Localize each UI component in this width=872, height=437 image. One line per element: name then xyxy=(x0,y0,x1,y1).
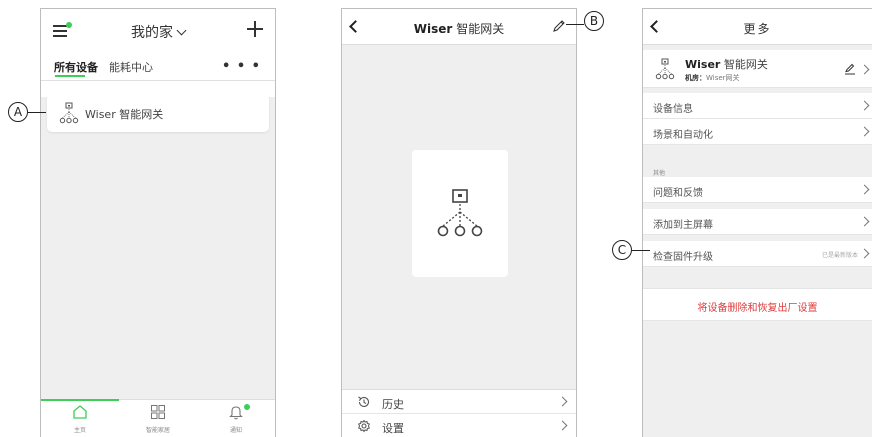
nav-notifications[interactable]: 通知 xyxy=(197,404,275,434)
more-header: 更多 xyxy=(643,9,872,45)
chevron-right-icon xyxy=(557,420,568,431)
title-name: 智能网关 xyxy=(456,22,505,36)
device-room: 机房：Wiser网关 xyxy=(685,73,740,83)
chevron-right-icon xyxy=(859,126,870,137)
device-info-row[interactable]: 设备信息 xyxy=(643,93,872,119)
title-brand: Wiser xyxy=(413,22,453,36)
gateway-icon xyxy=(437,189,483,237)
gateway-icon xyxy=(59,102,79,124)
nav-home-label: 主页 xyxy=(73,427,86,434)
edit-pencil-icon[interactable] xyxy=(844,63,856,75)
device-summary-card[interactable]: Wiser 智能网关 机房：Wiser网关 xyxy=(643,50,872,88)
home-screen: 我的家 所有设备 能耗中心 • • • Wiser 智能网关 主页 智能家居 通… xyxy=(40,8,276,437)
chevron-right-icon xyxy=(859,100,870,111)
feedback-row[interactable]: 问题和反馈 xyxy=(643,177,872,203)
home-name: 我的家 xyxy=(131,25,173,41)
tab-all-devices[interactable]: 所有设备 xyxy=(54,59,98,75)
firmware-upgrade-row[interactable]: 检查固件升级 已是最新版本 xyxy=(643,241,872,267)
firmware-status: 已是最新版本 xyxy=(821,252,858,259)
device-card-gateway[interactable]: Wiser 智能网关 xyxy=(47,94,269,132)
chevron-right-icon xyxy=(557,396,568,407)
device-detail-header: Wiser 智能网关 xyxy=(342,9,576,45)
chevron-right-icon xyxy=(859,64,870,75)
chevron-down-icon xyxy=(176,25,187,36)
nav-smart-home[interactable]: 智能家居 xyxy=(119,404,197,434)
chevron-right-icon xyxy=(859,184,870,195)
firmware-upgrade-label: 检查固件升级 xyxy=(653,252,713,263)
edit-pencil-icon[interactable] xyxy=(552,19,566,33)
room-value: Wiser网关 xyxy=(706,74,740,82)
room-label: 机房： xyxy=(685,74,706,82)
home-selector[interactable]: 我的家 xyxy=(41,22,275,42)
callout-a-line xyxy=(28,112,46,113)
add-to-home-screen-row[interactable]: 添加到主屏幕 xyxy=(643,209,872,235)
chevron-right-icon xyxy=(859,216,870,227)
device-name: 智能网关 xyxy=(723,58,768,71)
more-options-icon[interactable]: • • • xyxy=(222,59,261,74)
callout-c: C xyxy=(612,240,632,260)
nav-active-indicator xyxy=(41,399,119,401)
home-icon xyxy=(73,405,87,419)
feedback-label: 问题和反馈 xyxy=(653,188,703,199)
add-to-home-screen-label: 添加到主屏幕 xyxy=(653,220,713,231)
callout-b-line xyxy=(566,24,584,25)
bottom-nav: 主页 智能家居 通知 xyxy=(41,399,275,437)
gateway-icon xyxy=(655,58,675,80)
bell-icon xyxy=(229,406,243,420)
add-icon[interactable] xyxy=(247,21,263,37)
device-brand: Wiser xyxy=(685,58,721,71)
device-actions-list: 历史 设置 xyxy=(342,389,576,437)
more-screen: 更多 Wiser 智能网关 机房：Wiser网关 设备信息 场景和自动化 其他 xyxy=(642,8,872,437)
device-image xyxy=(412,150,508,277)
callout-c-line xyxy=(632,250,650,251)
home-header: 我的家 所有设备 能耗中心 • • • xyxy=(41,9,275,97)
active-tab-indicator xyxy=(55,75,85,77)
history-row[interactable]: 历史 xyxy=(342,390,576,414)
history-label: 历史 xyxy=(382,398,404,411)
grid-icon xyxy=(151,405,165,419)
notification-dot xyxy=(244,404,250,410)
nav-notifications-label: 通知 xyxy=(229,427,242,434)
gear-icon xyxy=(358,419,370,433)
nav-smart-home-label: 智能家居 xyxy=(145,427,170,434)
delete-reset-button[interactable]: 将设备删除和恢复出厂设置 xyxy=(643,288,872,321)
history-icon xyxy=(358,396,370,407)
settings-row[interactable]: 设置 xyxy=(342,414,576,437)
settings-label: 设置 xyxy=(382,422,404,435)
delete-reset-label: 将设备删除和恢复出厂设置 xyxy=(697,303,818,314)
scenes-automation-row[interactable]: 场景和自动化 xyxy=(643,119,872,145)
section-label-other: 其他 xyxy=(653,170,666,177)
callout-b: B xyxy=(584,11,604,31)
device-detail-screen: Wiser 智能网关 历史 设置 xyxy=(341,8,577,437)
device-info-label: 设备信息 xyxy=(653,104,693,115)
callout-a: A xyxy=(8,102,28,122)
page-title: 更多 xyxy=(743,22,772,36)
device-name: Wiser 智能网关 xyxy=(85,108,164,121)
scenes-automation-label: 场景和自动化 xyxy=(653,130,713,141)
chevron-right-icon xyxy=(859,248,870,259)
device-title: Wiser 智能网关 xyxy=(685,56,768,72)
divider xyxy=(41,80,275,81)
nav-home[interactable]: 主页 xyxy=(41,404,119,434)
tab-energy-center[interactable]: 能耗中心 xyxy=(109,59,153,75)
page-title: Wiser 智能网关 xyxy=(342,20,576,37)
